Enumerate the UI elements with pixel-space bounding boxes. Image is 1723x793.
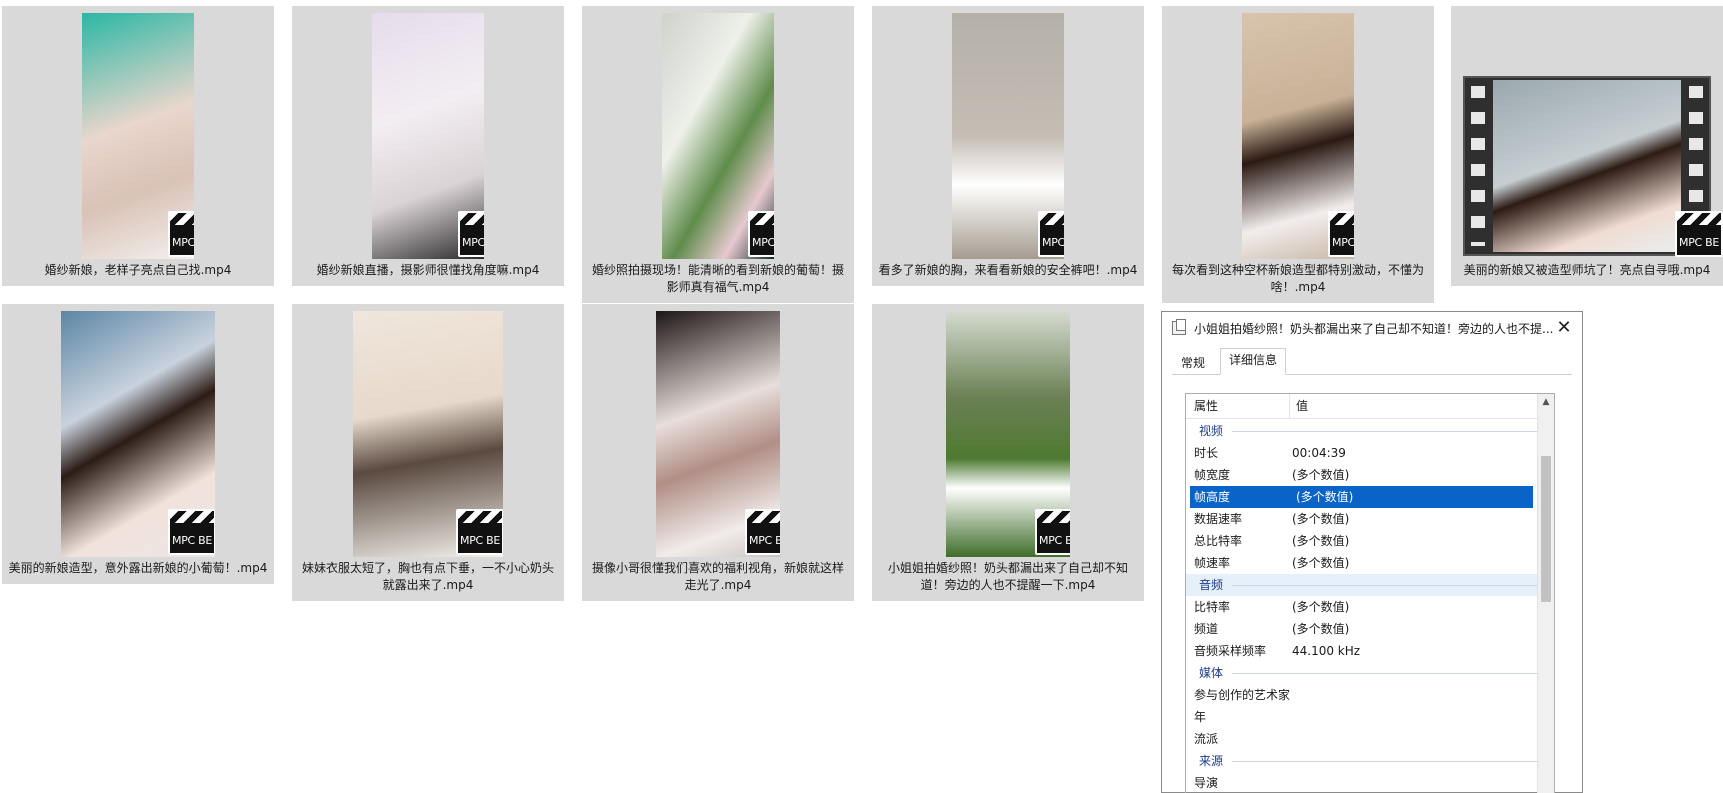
column-header-value[interactable]: 值 — [1290, 394, 1308, 418]
file-name: 每次看到这种空杯新娘造型都特别激动，不懂为啥！.mp4 — [1171, 263, 1424, 294]
group-source: 来源 — [1186, 750, 1554, 772]
properties-header: 属性 值 — [1186, 394, 1554, 419]
mpc-be-icon: MPC BE — [748, 211, 774, 257]
video-thumbnail: MPC BE — [946, 311, 1070, 557]
file-tile[interactable]: MPC BE 看多了新娘的胸，来看看新娘的安全裤吧！.mp4 — [872, 6, 1144, 286]
scroll-up-icon[interactable]: ▲ — [1538, 394, 1554, 411]
video-thumbnail: MPC BE — [353, 311, 503, 557]
properties-dialog: 小姐姐拍婚纱照！奶头都漏出来了自己却不知道！旁边的人也不提... ✕ 常规 详细… — [1161, 311, 1583, 793]
file-name: 婚纱新娘直播，摄影师很懂找角度嘛.mp4 — [316, 263, 540, 277]
property-row[interactable]: 年 — [1186, 706, 1554, 728]
mpc-be-icon: MPC BE — [458, 211, 484, 257]
mpc-be-icon: MPC BE — [1038, 211, 1064, 257]
property-row[interactable]: 音频采样频率 44.100 kHz — [1186, 640, 1554, 662]
file-name: 美丽的新娘又被造型师坑了！亮点自寻哦.mp4 — [1463, 263, 1711, 277]
dialog-titlebar[interactable]: 小姐姐拍婚纱照！奶头都漏出来了自己却不知道！旁边的人也不提... ✕ — [1162, 312, 1582, 344]
mpc-be-icon: MPC BE — [1675, 211, 1723, 257]
mpc-be-icon: MPC BE — [745, 509, 780, 555]
group-divider — [1232, 431, 1548, 432]
video-thumbnail: MPC BE — [656, 311, 780, 557]
mpc-be-icon: MPC BE — [168, 509, 215, 555]
group-divider — [1232, 673, 1548, 674]
file-tile[interactable]: MPC BE 婚纱新娘，老样子亮点自己找.mp4 — [2, 6, 274, 286]
file-tile[interactable]: MPC BE 摄像小哥很懂我们喜欢的福利视角，新娘就这样走光了.mp4 — [582, 304, 854, 601]
properties-body: 视频 时长 00:04:39 帧宽度 (多个数值) 帧高度 (多个数值) 数据速率 (多… — [1186, 419, 1554, 793]
group-media: 媒体 — [1186, 662, 1554, 684]
property-row[interactable]: 导演 — [1186, 772, 1554, 793]
property-row[interactable]: 比特率 (多个数值) — [1186, 596, 1554, 618]
tab-general[interactable]: 常规 — [1172, 351, 1214, 375]
file-name: 婚纱照拍摄现场！能清晰的看到新娘的葡萄！摄影师真有福气.mp4 — [591, 263, 844, 294]
video-thumbnail: MPC BE — [61, 311, 215, 557]
file-name: 妹妹衣服太短了，胸也有点下垂，一不小心奶头就露出来了.mp4 — [301, 561, 554, 592]
group-audio: 音频 — [1186, 574, 1554, 596]
video-thumbnail: MPC BE — [952, 13, 1064, 259]
property-row[interactable]: 参与创作的艺术家 — [1186, 684, 1554, 706]
property-row[interactable]: 时长 00:04:39 — [1186, 442, 1554, 464]
filmstrip-thumbnail — [1463, 76, 1711, 256]
dialog-title: 小姐姐拍婚纱照！奶头都漏出来了自己却不知道！旁边的人也不提... — [1194, 321, 1554, 336]
dialog-tabs: 常规 详细信息 — [1172, 348, 1572, 375]
property-row[interactable]: 帧宽度 (多个数值) — [1186, 464, 1554, 486]
property-row[interactable]: 总比特率 (多个数值) — [1186, 530, 1554, 552]
video-thumbnail: MPC BE — [1451, 13, 1723, 259]
video-thumbnail: MPC BE — [1242, 13, 1354, 259]
tab-details[interactable]: 详细信息 — [1220, 348, 1287, 375]
scroll-thumb[interactable] — [1541, 456, 1551, 602]
video-thumbnail: MPC BE — [662, 13, 774, 259]
file-tile[interactable]: MPC BE 每次看到这种空杯新娘造型都特别激动，不懂为啥！.mp4 — [1162, 6, 1434, 303]
group-divider — [1232, 761, 1548, 762]
video-thumbnail: MPC BE — [372, 13, 484, 259]
mpc-be-icon: MPC BE — [456, 509, 503, 555]
document-icon — [1172, 319, 1186, 335]
video-frame — [1493, 80, 1681, 252]
mpc-be-icon: MPC BE — [1035, 509, 1070, 555]
file-name: 小姐姐拍婚纱照！奶头都漏出来了自己却不知道！旁边的人也不提醒一下.mp4 — [887, 561, 1128, 592]
mpc-be-icon: MPC BE — [1328, 211, 1354, 257]
file-tile[interactable]: MPC BE 妹妹衣服太短了，胸也有点下垂，一不小心奶头就露出来了.mp4 — [292, 304, 564, 601]
file-name: 摄像小哥很懂我们喜欢的福利视角，新娘就这样走光了.mp4 — [591, 561, 844, 592]
file-tile[interactable]: MPC BE 婚纱新娘直播，摄影师很懂找角度嘛.mp4 — [292, 6, 564, 286]
file-name: 美丽的新娘造型，意外露出新娘的小葡萄！.mp4 — [8, 561, 268, 575]
property-row-selected[interactable]: 帧高度 (多个数值) — [1190, 486, 1533, 508]
video-thumbnail: MPC BE — [82, 13, 194, 259]
properties-list: 属性 值 视频 时长 00:04:39 帧宽度 (多个数值) 帧高度 (多个数值) 数… — [1185, 393, 1555, 793]
column-header-property[interactable]: 属性 — [1186, 394, 1290, 418]
group-divider — [1232, 585, 1548, 586]
property-row[interactable]: 流派 — [1186, 728, 1554, 750]
close-icon[interactable]: ✕ — [1552, 316, 1576, 340]
property-row[interactable]: 频道 (多个数值) — [1186, 618, 1554, 640]
explorer-window: MPC BE 婚纱新娘，老样子亮点自己找.mp4 MPC BE 婚纱新娘直播，摄… — [0, 0, 1723, 793]
file-tile[interactable]: MPC BE 小姐姐拍婚纱照！奶头都漏出来了自己却不知道！旁边的人也不提醒一下.… — [872, 304, 1144, 601]
file-tile[interactable]: MPC BE 美丽的新娘造型，意外露出新娘的小葡萄！.mp4 — [2, 304, 274, 584]
file-tile[interactable]: MPC BE 婚纱照拍摄现场！能清晰的看到新娘的葡萄！摄影师真有福气.mp4 — [582, 6, 854, 303]
group-video: 视频 — [1186, 420, 1554, 442]
file-name: 婚纱新娘，老样子亮点自己找.mp4 — [44, 263, 232, 277]
file-tile[interactable]: MPC BE 美丽的新娘又被造型师坑了！亮点自寻哦.mp4 — [1451, 6, 1723, 286]
property-row[interactable]: 数据速率 (多个数值) — [1186, 508, 1554, 530]
vertical-scrollbar[interactable]: ▲ — [1537, 394, 1554, 793]
mpc-be-icon: MPC BE — [168, 211, 194, 257]
file-name: 看多了新娘的胸，来看看新娘的安全裤吧！.mp4 — [878, 263, 1138, 277]
film-perforation — [1471, 86, 1485, 246]
property-row[interactable]: 帧速率 (多个数值) — [1186, 552, 1554, 574]
